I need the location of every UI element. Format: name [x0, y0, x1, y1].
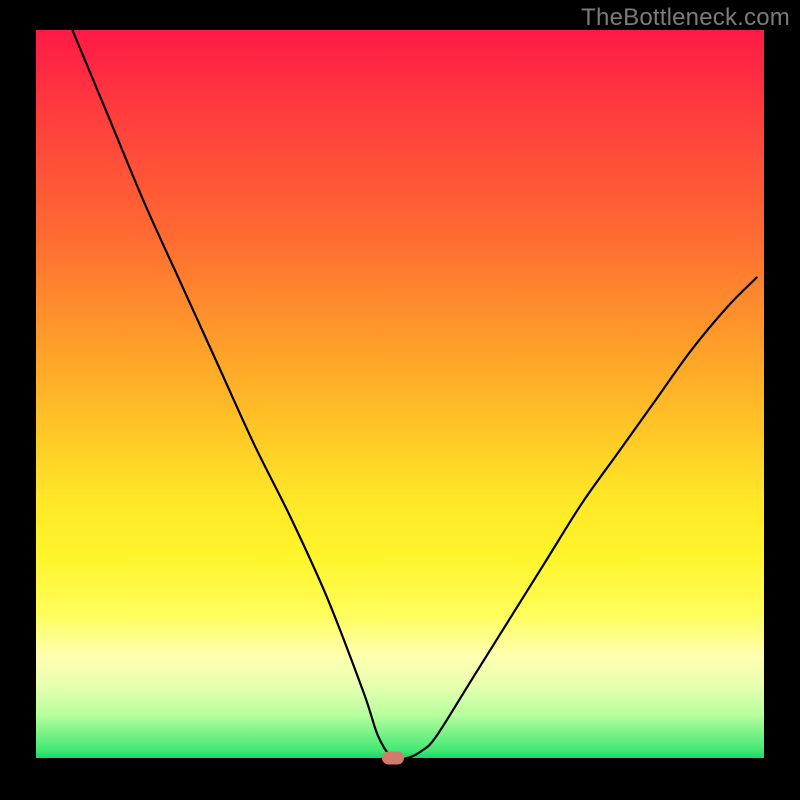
bottleneck-curve [36, 30, 764, 758]
datapoint-marker [382, 752, 404, 765]
watermark-label: TheBottleneck.com [581, 4, 790, 32]
plot-area [36, 30, 764, 758]
chart-frame: TheBottleneck.com [0, 0, 800, 800]
